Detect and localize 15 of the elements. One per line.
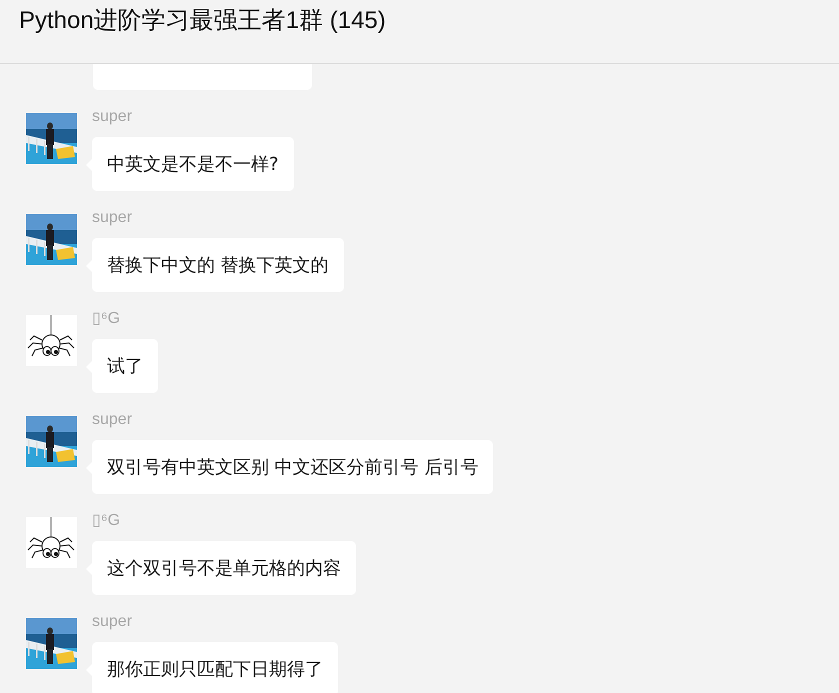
sender-name: super — [92, 612, 132, 632]
chat-title: Python进阶学习最强王者1群 (145) — [19, 6, 386, 36]
sender-name: super — [92, 107, 132, 127]
sender-name: ▯⁶G — [92, 309, 120, 329]
sender-name: super — [92, 410, 132, 430]
message-bubble: 中英文是不是不一样? — [92, 137, 294, 191]
sender-name: super — [92, 208, 132, 228]
message-bubble: 试了 — [92, 339, 158, 393]
message-bubble: 双引号有中英文区别 中文还区分前引号 后引号 — [92, 440, 494, 494]
message-bubble: 这个双引号不是单元格的内容 — [92, 541, 356, 595]
spider-icon — [26, 315, 77, 366]
spider-icon — [26, 517, 77, 568]
message-bubble: 那你正则只匹配下日期得了 — [92, 642, 338, 693]
message-bubble: 替换下中文的 替换下英文的 — [92, 238, 344, 292]
sender-name: ▯⁶G — [92, 511, 120, 531]
